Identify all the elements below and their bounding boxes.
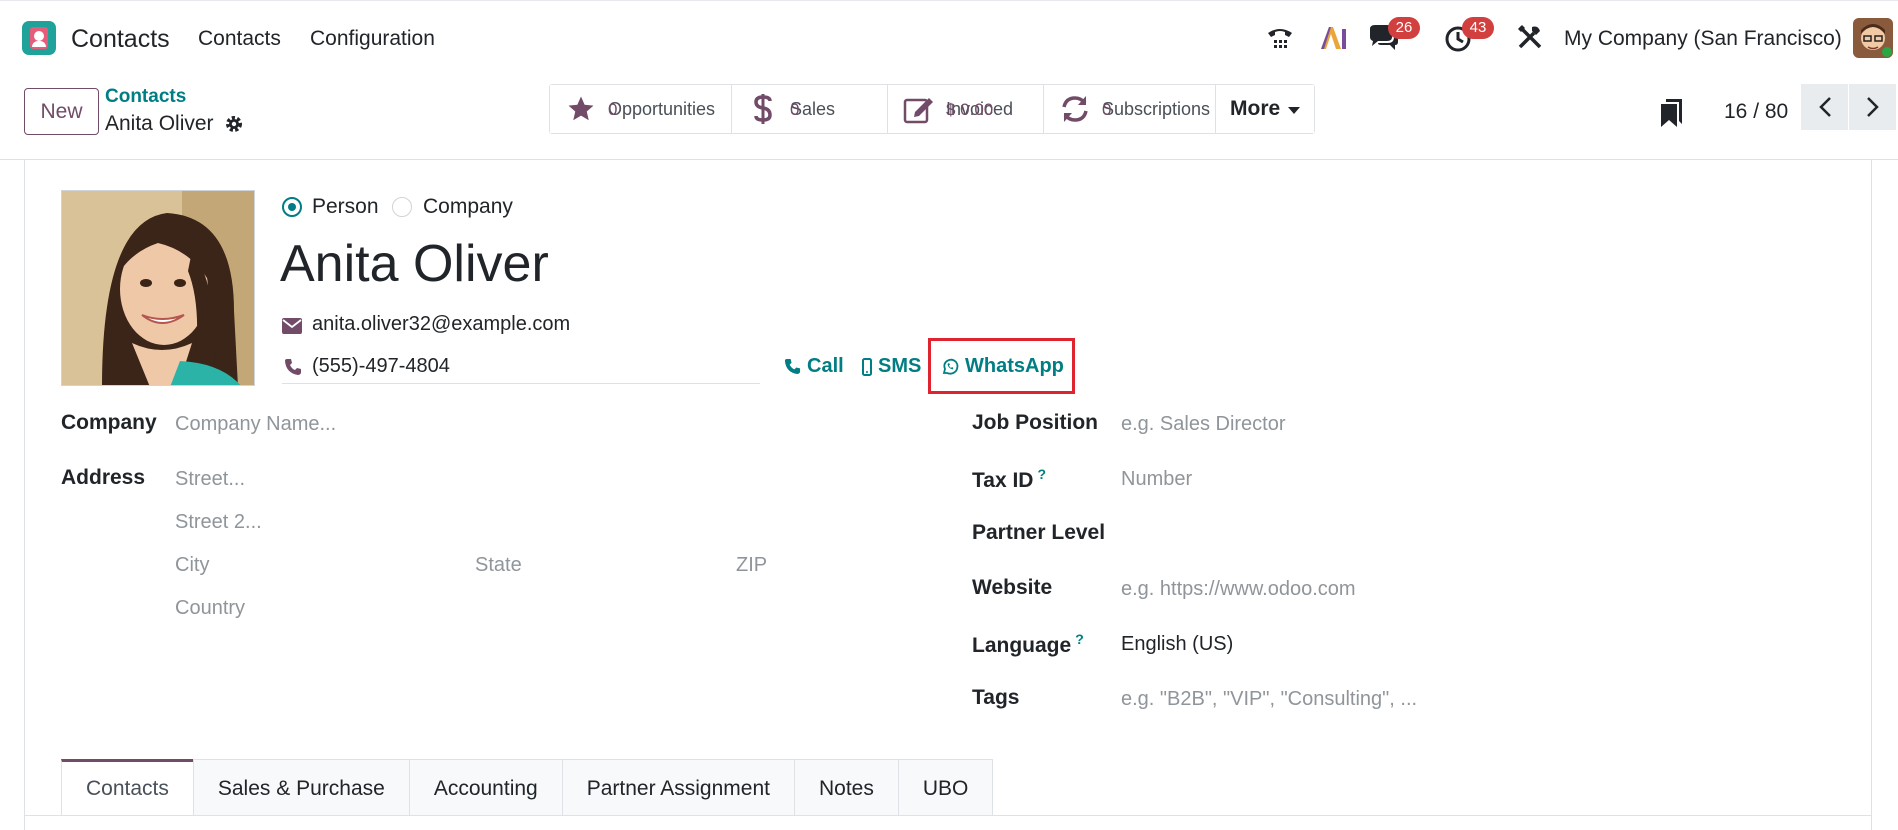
person-radio[interactable]: [282, 197, 302, 217]
edit-icon: [900, 92, 938, 126]
opportunities-smart-button[interactable]: Opportunities 0: [550, 85, 732, 133]
zip-input[interactable]: ZIP: [736, 554, 767, 577]
email-field[interactable]: anita.oliver32@example.com: [312, 313, 570, 336]
person-radio-label[interactable]: Person: [312, 195, 379, 219]
tab-notes[interactable]: Notes: [793, 759, 898, 816]
tax-id-input[interactable]: Number: [1121, 468, 1192, 491]
chevron-right-icon: [1866, 97, 1879, 117]
sales-smart-button[interactable]: Sales 0: [732, 85, 888, 133]
call-button[interactable]: Call: [784, 355, 844, 378]
user-avatar[interactable]: [1853, 18, 1893, 58]
phone-icon: [784, 358, 801, 375]
company-radio[interactable]: [392, 197, 412, 217]
country-input[interactable]: Country: [175, 597, 245, 620]
language-label: Language?: [972, 631, 1084, 658]
sms-button[interactable]: SMS: [862, 355, 921, 378]
company-label: Company: [61, 411, 157, 434]
tab-sales-purchase[interactable]: Sales & Purchase: [192, 759, 409, 816]
language-select[interactable]: English (US): [1121, 633, 1233, 656]
contacts-app-icon[interactable]: [22, 21, 56, 55]
envelope-icon: [282, 317, 302, 340]
tab-contacts[interactable]: Contacts: [61, 759, 193, 816]
sms-label: SMS: [878, 355, 922, 377]
job-position-label: Job Position: [972, 411, 1098, 434]
smart-value: 0: [790, 99, 800, 119]
pager-value[interactable]: 16 / 80: [1724, 100, 1788, 124]
company-name-input[interactable]: Company Name...: [175, 413, 336, 436]
notebook-tabs: Contacts Sales & Purchase Accounting Par…: [61, 759, 994, 816]
chevron-left-icon: [1818, 97, 1831, 117]
menu-configuration[interactable]: Configuration: [310, 27, 435, 51]
help-tooltip[interactable]: ?: [1037, 466, 1046, 482]
tools-icon[interactable]: [1516, 23, 1544, 57]
tags-label: Tags: [972, 686, 1020, 709]
smart-label: Opportunities: [608, 98, 716, 119]
job-position-input[interactable]: e.g. Sales Director: [1121, 413, 1286, 436]
refresh-icon: [1056, 92, 1094, 126]
pager-previous-button[interactable]: [1801, 84, 1848, 130]
contact-photo[interactable]: [61, 190, 255, 386]
more-label: More: [1230, 97, 1281, 120]
company-radio-label[interactable]: Company: [423, 195, 513, 219]
subscriptions-smart-button[interactable]: Subscriptions 0: [1044, 85, 1216, 133]
app-name[interactable]: Contacts: [71, 25, 170, 54]
tags-input[interactable]: e.g. "B2B", "VIP", "Consulting", ...: [1121, 688, 1417, 711]
invoiced-smart-button[interactable]: Invoiced $ 0.00: [888, 85, 1044, 133]
star-icon: [562, 92, 600, 126]
phone-icon: [284, 358, 302, 382]
menu-contacts[interactable]: Contacts: [198, 27, 281, 51]
smart-value: $ 0.00: [946, 99, 994, 119]
address-label: Address: [61, 466, 146, 489]
city-input[interactable]: City: [175, 554, 209, 577]
smart-value: 0: [608, 99, 618, 119]
ai-icon[interactable]: [1318, 23, 1348, 59]
phone-field[interactable]: (555)-497-4804: [312, 355, 450, 378]
new-button[interactable]: New: [24, 88, 99, 135]
dollar-icon: [744, 92, 782, 126]
smart-buttons: Opportunities 0 Sales 0 Invoiced $ 0.00 Sub…: [549, 84, 1316, 134]
partner-level-label: Partner Level: [972, 521, 1106, 544]
help-tooltip[interactable]: ?: [1075, 631, 1084, 647]
website-input[interactable]: e.g. https://www.odoo.com: [1121, 578, 1356, 601]
breadcrumb-current: Anita Oliver: [105, 112, 214, 135]
contact-name-field[interactable]: Anita Oliver: [280, 234, 549, 294]
street2-input[interactable]: Street 2...: [175, 511, 262, 534]
messages-badge: 26: [1388, 17, 1420, 39]
pager-next-button[interactable]: [1849, 84, 1896, 130]
mobile-icon: [862, 357, 872, 376]
top-navbar: Contacts Contacts Configuration 26 43 My…: [0, 0, 1898, 78]
state-input[interactable]: State: [475, 554, 522, 577]
language-label-text: Language: [972, 634, 1072, 657]
voip-phone-icon[interactable]: [1265, 23, 1295, 59]
caret-down-icon: [1288, 97, 1301, 121]
whatsapp-highlight-box: [928, 338, 1075, 394]
phone-field-underline: [282, 383, 760, 384]
tax-id-label: Tax ID?: [972, 466, 1046, 493]
call-label: Call: [807, 355, 844, 377]
street-input[interactable]: Street...: [175, 468, 245, 491]
smart-label: Subscriptions: [1102, 98, 1211, 119]
smart-value: 0: [1102, 99, 1112, 119]
control-panel: New Contacts Anita Oliver Opportunities 0…: [0, 78, 1898, 160]
tab-ubo[interactable]: UBO: [897, 759, 994, 816]
tab-partner-assignment[interactable]: Partner Assignment: [561, 759, 794, 816]
activities-badge: 43: [1462, 17, 1494, 39]
more-button[interactable]: More: [1216, 85, 1315, 133]
company-switcher[interactable]: My Company (San Francisco): [1564, 27, 1842, 51]
website-label: Website: [972, 576, 1053, 599]
tax-id-label-text: Tax ID: [972, 469, 1034, 492]
tab-accounting[interactable]: Accounting: [408, 759, 562, 816]
breadcrumb-contacts[interactable]: Contacts: [105, 86, 186, 108]
gear-icon[interactable]: [224, 114, 244, 140]
bookmark-icon[interactable]: [1658, 98, 1684, 134]
